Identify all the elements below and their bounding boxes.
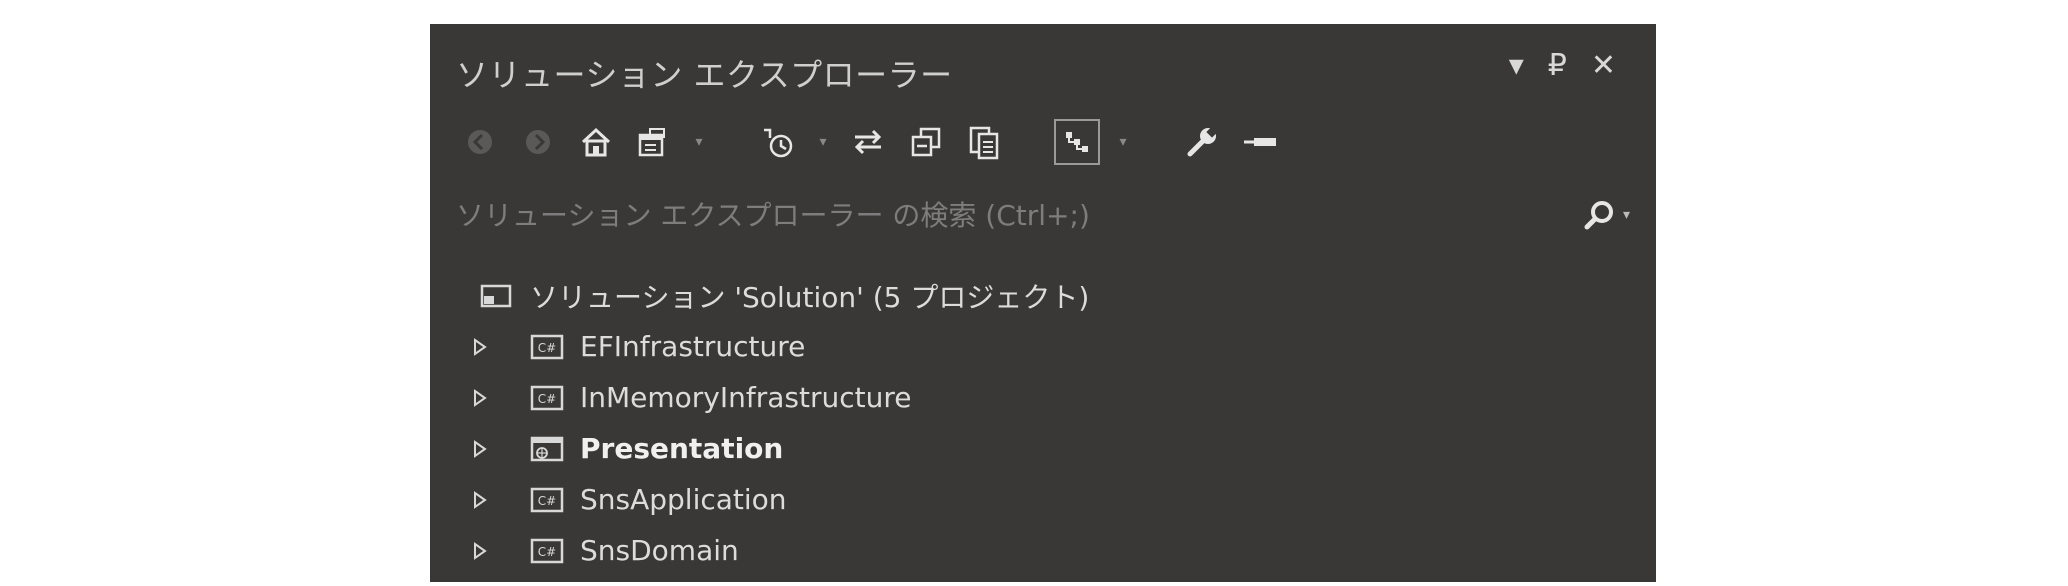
pin-icon[interactable]: ₽ (1548, 46, 1567, 86)
svg-text:C#: C# (538, 392, 556, 406)
tree-item-inmemoryinfrastructure[interactable]: C# InMemoryInfrastructure (430, 372, 1656, 423)
auto-hide-icon[interactable] (1238, 120, 1282, 164)
web-project-icon (530, 435, 564, 463)
collapse-all-icon[interactable] (904, 120, 948, 164)
tree-item-snsapplication[interactable]: C# SnsApplication (430, 474, 1656, 525)
tree-item-presentation[interactable]: Presentation (430, 423, 1656, 474)
back-arrow-icon[interactable] (458, 120, 502, 164)
switch-views-dropdown-icon[interactable]: ▾ (690, 120, 708, 164)
csharp-project-icon: C# (530, 537, 564, 565)
csharp-project-icon: C# (530, 384, 564, 412)
svg-text:C#: C# (538, 545, 556, 559)
title-controls: ▾ ₽ ✕ (1509, 46, 1616, 86)
tree-item-label: Presentation (580, 432, 784, 465)
svg-text:C#: C# (538, 341, 556, 355)
expand-arrow-icon[interactable] (472, 388, 492, 408)
tree-item-label: SnsDomain (580, 534, 739, 567)
csharp-project-icon: C# (530, 486, 564, 514)
close-icon[interactable]: ✕ (1591, 46, 1616, 86)
svg-text:C#: C# (538, 494, 556, 508)
pending-changes-filter-icon[interactable] (756, 120, 800, 164)
expand-arrow-icon[interactable] (472, 490, 492, 510)
preview-dropdown-icon[interactable]: ▾ (1114, 120, 1132, 164)
tree-item-label: EFInfrastructure (580, 330, 806, 363)
show-all-files-icon[interactable] (962, 120, 1006, 164)
solution-root-label: ソリューション 'Solution' (5 プロジェクト) (530, 280, 1090, 314)
expand-arrow-icon[interactable] (472, 337, 492, 357)
forward-arrow-icon[interactable] (516, 120, 560, 164)
preview-selected-items-icon[interactable] (1054, 119, 1100, 165)
panel-title: ソリューション エクスプローラー (456, 56, 953, 94)
solution-search-input[interactable] (456, 198, 1356, 232)
search-bar: ▾ (456, 190, 1630, 240)
tree-item-label: SnsApplication (580, 483, 787, 516)
csharp-project-icon: C# (530, 333, 564, 361)
search-icon (1584, 201, 1613, 230)
tree-item-efinfrastructure[interactable]: C# EFInfrastructure (430, 321, 1656, 372)
solution-explorer-panel: ソリューション エクスプローラー ▾ ₽ ✕ ▾ ▾ ▾ ソリューション エクス… (430, 24, 1656, 582)
sync-with-active-document-icon[interactable] (846, 120, 890, 164)
tree-item-snsdomain[interactable]: C# SnsDomain (430, 525, 1656, 576)
properties-wrench-icon[interactable] (1180, 120, 1224, 164)
tree-item-label: InMemoryInfrastructure (580, 381, 912, 414)
window-position-dropdown-icon[interactable]: ▾ (1509, 46, 1524, 86)
solution-icon (480, 282, 514, 310)
toolbar: ▾ ▾ ▾ (458, 114, 1282, 170)
search-options-button[interactable]: ▾ (1583, 198, 1630, 232)
expand-arrow-icon[interactable] (472, 541, 492, 561)
switch-views-icon[interactable] (632, 120, 676, 164)
solution-tree: ソリューション 'Solution' (5 プロジェクト) C# EFInfra… (430, 270, 1656, 576)
search-dropdown-icon: ▾ (1622, 207, 1630, 223)
solution-root-node[interactable]: ソリューション 'Solution' (5 プロジェクト) (430, 270, 1656, 321)
home-icon[interactable] (574, 120, 618, 164)
expand-arrow-icon[interactable] (472, 439, 492, 459)
filter-dropdown-icon[interactable]: ▾ (814, 120, 832, 164)
